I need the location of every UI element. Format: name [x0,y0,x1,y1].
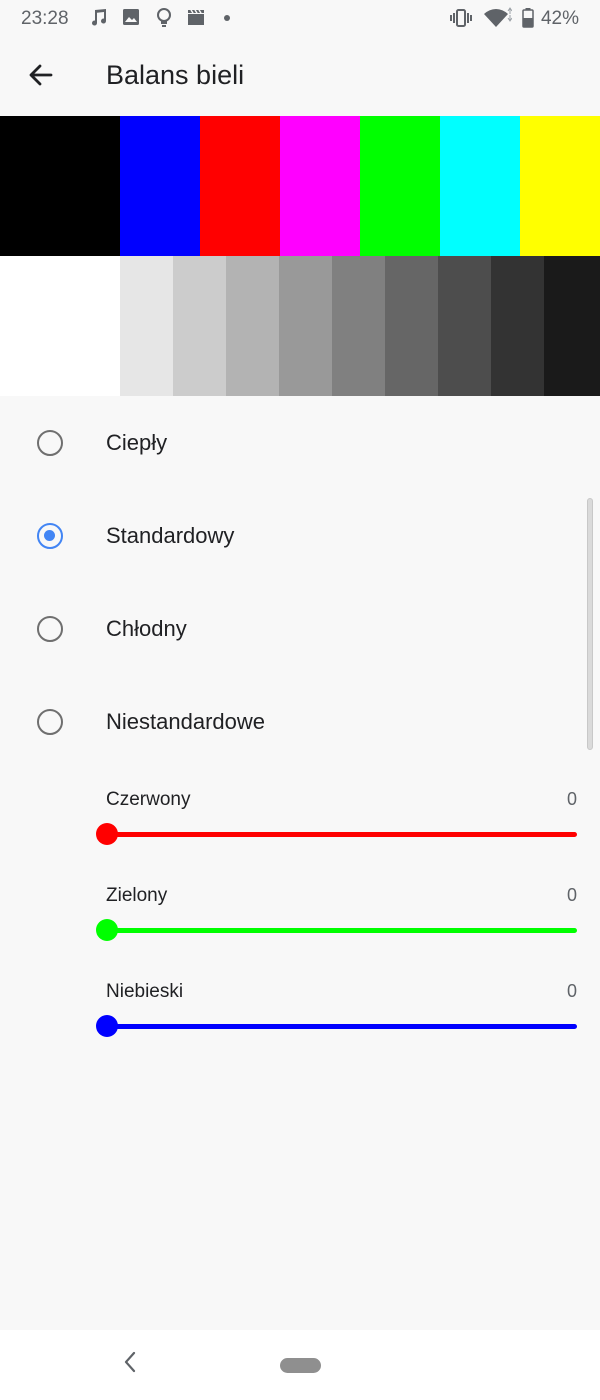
back-button[interactable] [18,54,64,100]
wifi-icon [482,7,512,29]
battery-icon [522,7,534,29]
chevron-left-icon [121,1350,139,1379]
slider-track[interactable] [106,832,577,837]
color-bar [120,116,200,256]
gray-bar [120,256,173,396]
music-note-icon [89,7,109,27]
page-title: Balans bieli [106,60,245,90]
slider-red: Czerwony 0 [96,789,580,869]
radio-button[interactable] [37,523,63,549]
nav-back-button[interactable] [115,1348,145,1380]
gray-bar [0,256,120,396]
option-warm[interactable]: Ciepły [0,410,570,480]
option-cool[interactable]: Chłodny [0,596,570,666]
slider-thumb[interactable] [96,919,118,941]
slider-track[interactable] [106,928,577,933]
slider-thumb[interactable] [96,823,118,845]
color-bars-row [0,116,600,256]
app-bar: Balans bieli [0,38,600,116]
color-bar [360,116,440,256]
slider-green: Zielony 0 [96,885,580,965]
battery-percent: 42% [540,8,579,29]
scrollbar[interactable] [587,498,593,750]
slider-track[interactable] [106,1024,577,1029]
color-bar [280,116,360,256]
slider-value: 0 [566,789,577,809]
slider-value: 0 [566,981,577,1001]
slider-blue: Niebieski 0 [96,981,580,1061]
option-standard[interactable]: Standardowy [0,503,570,573]
slider-label: Czerwony [106,789,191,810]
dot-icon [223,14,231,22]
status-time: 23:28 [21,8,69,29]
option-label: Ciepły [106,430,168,455]
gray-bar [438,256,491,396]
color-bar [440,116,520,256]
clapperboard-icon [186,7,206,27]
color-test-pattern [0,116,600,396]
radio-button[interactable] [37,709,63,735]
gray-bar [491,256,544,396]
option-label: Standardowy [106,523,235,548]
home-pill-icon[interactable] [280,1358,321,1373]
arrow-left-icon [27,61,55,94]
option-label: Chłodny [106,616,187,641]
image-icon [121,7,141,27]
gray-bar [332,256,385,396]
slider-value: 0 [566,885,577,905]
gray-bar [226,256,279,396]
gray-bar [279,256,332,396]
slider-label: Zielony [106,885,168,906]
radio-button[interactable] [37,430,63,456]
grayscale-bars-row [0,256,600,396]
gray-bar [385,256,438,396]
option-label: Niestandardowe [106,709,265,734]
status-bar: 23:28 42% [0,0,600,38]
gray-bar [173,256,226,396]
color-bar [0,116,120,256]
radio-button[interactable] [37,616,63,642]
color-bar [200,116,280,256]
option-custom[interactable]: Niestandardowe [0,689,570,759]
navigation-bar [0,1330,600,1400]
vibrate-icon [449,7,473,29]
gray-bar [544,256,600,396]
lightbulb-icon [154,7,174,29]
color-bar [520,116,600,256]
slider-label: Niebieski [106,981,184,1002]
slider-thumb[interactable] [96,1015,118,1037]
